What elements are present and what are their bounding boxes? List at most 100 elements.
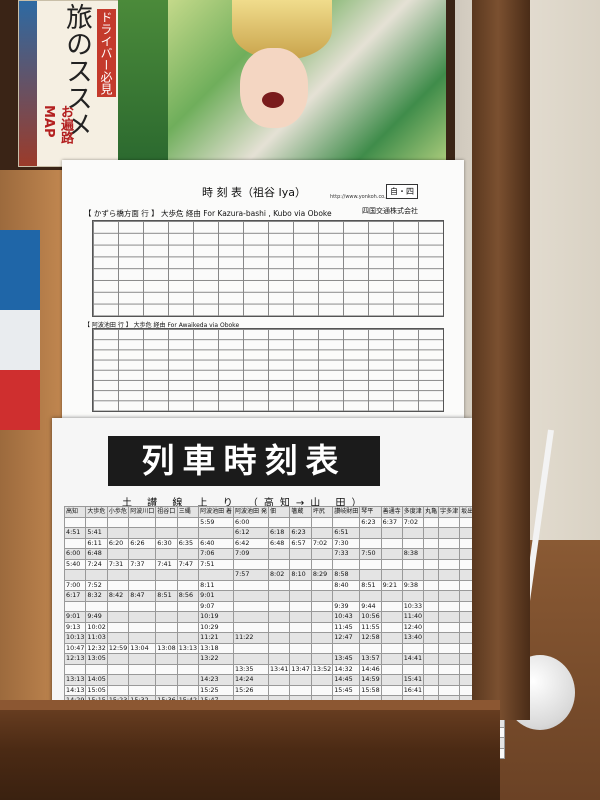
timetable-header-cell: 三縄 [176, 506, 200, 518]
timetable-cell: 10:02 [85, 621, 108, 633]
timetable-cell [310, 674, 334, 686]
table-row: 10:13 11:03 11:21 11:22 12:47 12:58 13:40 [63, 632, 506, 644]
train-timetable-banner: 列車時刻表 [108, 436, 380, 486]
timetable-cell [438, 663, 461, 675]
rack-front-panel [0, 700, 500, 800]
timetable-cell: 13:22 [198, 653, 235, 665]
timetable-cell: 6:12 [233, 527, 269, 539]
timetable-cell [155, 653, 178, 665]
timetable-cell: 13:04 [128, 642, 157, 654]
timetable-header-cell: 阿波池田 発 [233, 506, 269, 518]
timetable-cell: 9:01 [63, 611, 87, 623]
timetable-cell [438, 632, 461, 644]
timetable-cell: 15:05 [85, 684, 108, 696]
timetable-cell [198, 569, 235, 581]
timetable-cell: 12:59 [106, 642, 130, 654]
timetable-cell: 11:03 [85, 632, 108, 644]
timetable-cell [310, 590, 334, 602]
timetable-cell [423, 621, 440, 633]
timetable-cell [128, 632, 157, 644]
timetable-cell: 7:24 [85, 558, 108, 570]
table-row: 5:59 6:00 6:23 6:37 7:02 [63, 516, 506, 528]
timetable-cell [423, 579, 440, 591]
timetable-cell: 15:25 [198, 684, 235, 696]
table-row: 10:47 12:32 12:59 13:04 13:08 13:13 13:18 [63, 642, 506, 654]
timetable-cell [310, 684, 334, 696]
timetable-cell [267, 516, 291, 528]
timetable-cell [233, 600, 269, 612]
timetable-header-cell: 坪尻 [310, 506, 334, 518]
table-row: 7:57 8:02 8:10 8:29 8:58 [63, 569, 506, 581]
timetable-cell [401, 558, 425, 570]
timetable-cell [155, 516, 178, 528]
timetable-cell: 6:11 [85, 537, 108, 549]
bus-company-logo: 自・四 [386, 184, 418, 199]
timetable-cell [380, 663, 403, 675]
timetable-cell [289, 674, 312, 686]
timetable-cell: 16:41 [401, 684, 425, 696]
timetable-cell: 14:59 [359, 674, 382, 686]
timetable-cell [267, 674, 291, 686]
timetable-cell [289, 600, 312, 612]
timetable-cell [155, 527, 178, 539]
timetable-cell [176, 579, 200, 591]
timetable-cell [438, 653, 461, 665]
timetable-cell [267, 621, 291, 633]
timetable-cell [289, 684, 312, 696]
timetable-cell: 13:05 [85, 653, 108, 665]
bus-url: http://www.yonkoh.co.jp [330, 194, 391, 200]
timetable-cell [176, 611, 200, 623]
timetable-cell: 14:24 [233, 674, 269, 686]
timetable-cell: 15:45 [332, 684, 361, 696]
timetable-cell [176, 663, 200, 675]
timetable-cell [63, 537, 87, 549]
timetable-cell [198, 663, 235, 675]
timetable-cell: 13:40 [401, 632, 425, 644]
timetable-cell: 6:48 [85, 548, 108, 560]
timetable-header-cell: 善通寺 [380, 506, 403, 518]
timetable-cell [128, 548, 157, 560]
timetable-header-cell: 小歩危 [106, 506, 130, 518]
timetable-cell [438, 537, 461, 549]
timetable-header-cell: 宇多津 [438, 506, 461, 518]
timetable-cell: 15:58 [359, 684, 382, 696]
timetable-cell [106, 516, 130, 528]
timetable-cell: 8:02 [267, 569, 291, 581]
timetable-cell: 15:26 [233, 684, 269, 696]
table-row: 14:13 15:05 15:25 15:26 15:45 15:58 16:41 [63, 684, 506, 696]
timetable-cell [380, 600, 403, 612]
timetable-cell [359, 642, 382, 654]
timetable-cell [233, 653, 269, 665]
timetable-cell [155, 600, 178, 612]
timetable-cell: 7:47 [176, 558, 200, 570]
timetable-cell: 13:13 [63, 674, 87, 686]
timetable-cell [155, 674, 178, 686]
timetable-cell: 13:45 [332, 653, 361, 665]
timetable-cell [423, 558, 440, 570]
timetable-cell [332, 558, 361, 570]
timetable-cell [267, 579, 291, 591]
timetable-cell [380, 537, 403, 549]
timetable-cell [438, 611, 461, 623]
timetable-cell [85, 516, 108, 528]
timetable-cell: 7:30 [332, 537, 361, 549]
timetable-header-cell: 阿波川口 [128, 506, 157, 518]
timetable-cell [267, 642, 291, 654]
table-row: 7:00 7:52 8:11 8:40 8:51 9:21 9:38 [63, 579, 506, 591]
timetable-cell [423, 611, 440, 623]
timetable-cell: 9:39 [332, 600, 361, 612]
timetable-cell: 8:56 [176, 590, 200, 602]
timetable-cell [155, 569, 178, 581]
timetable-cell [176, 674, 200, 686]
timetable-cell: 13:08 [155, 642, 178, 654]
timetable-cell [310, 632, 334, 644]
bus-company-name: 四国交通株式会社 [362, 207, 418, 215]
timetable-cell [401, 537, 425, 549]
timetable-cell [198, 527, 235, 539]
timetable-cell: 4:51 [63, 527, 87, 539]
timetable-cell: 7:37 [128, 558, 157, 570]
table-row: 6:11 6:20 6:26 6:30 6:35 6:40 6:42 6:48 6:57 7:02… [63, 537, 506, 549]
timetable-cell [289, 579, 312, 591]
timetable-cell [380, 621, 403, 633]
timetable-cell [310, 527, 334, 539]
